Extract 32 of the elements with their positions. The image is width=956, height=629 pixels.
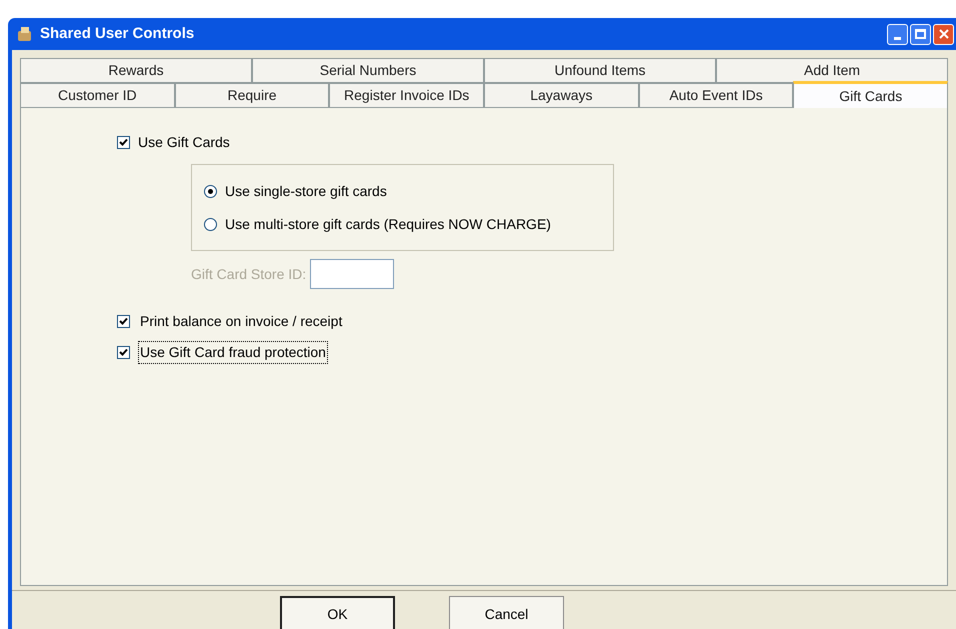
tab[interactable]: Serial Numbers bbox=[252, 58, 484, 83]
checkbox-label: Use Gift Card fraud protection bbox=[138, 340, 328, 364]
checkbox[interactable] bbox=[117, 314, 130, 328]
dialog-button[interactable]: Cancel bbox=[449, 596, 564, 629]
tab[interactable]: Rewards bbox=[20, 58, 252, 83]
dialog-button[interactable]: OK bbox=[280, 596, 395, 629]
maximize-button[interactable] bbox=[910, 24, 931, 44]
tab[interactable]: Customer ID bbox=[20, 83, 175, 108]
close-icon bbox=[938, 29, 948, 39]
tab[interactable]: Gift Cards bbox=[793, 81, 948, 108]
radio-label: Use multi-store gift cards (Requires NOW CHARGE) bbox=[225, 214, 551, 234]
close-button[interactable] bbox=[933, 24, 954, 44]
check-icon bbox=[119, 138, 128, 146]
checkbox[interactable] bbox=[117, 346, 130, 358]
checkbox-label: Use Gift Cards bbox=[138, 132, 230, 152]
check-icon bbox=[119, 316, 128, 326]
tab[interactable]: Layaways bbox=[484, 83, 639, 108]
tab[interactable]: Register Invoice IDs bbox=[329, 83, 484, 108]
checkbox[interactable] bbox=[117, 136, 130, 148]
checkbox-label: Print balance on invoice / receipt bbox=[139, 312, 344, 331]
tab[interactable]: Require bbox=[174, 83, 330, 108]
radio-button[interactable] bbox=[204, 184, 217, 198]
app-icon bbox=[16, 25, 34, 43]
check-icon bbox=[119, 348, 128, 356]
minimize-button[interactable] bbox=[887, 24, 908, 44]
radio-button[interactable] bbox=[204, 218, 217, 230]
radio-label: Use single-store gift cards bbox=[225, 182, 387, 201]
window-title: Shared User Controls bbox=[40, 24, 194, 44]
tab[interactable]: Add Item bbox=[716, 58, 948, 83]
field-label: Gift Card Store ID: bbox=[191, 264, 306, 284]
tab[interactable]: Unfound Items bbox=[484, 58, 716, 83]
tab[interactable]: Auto Event IDs bbox=[638, 83, 794, 108]
